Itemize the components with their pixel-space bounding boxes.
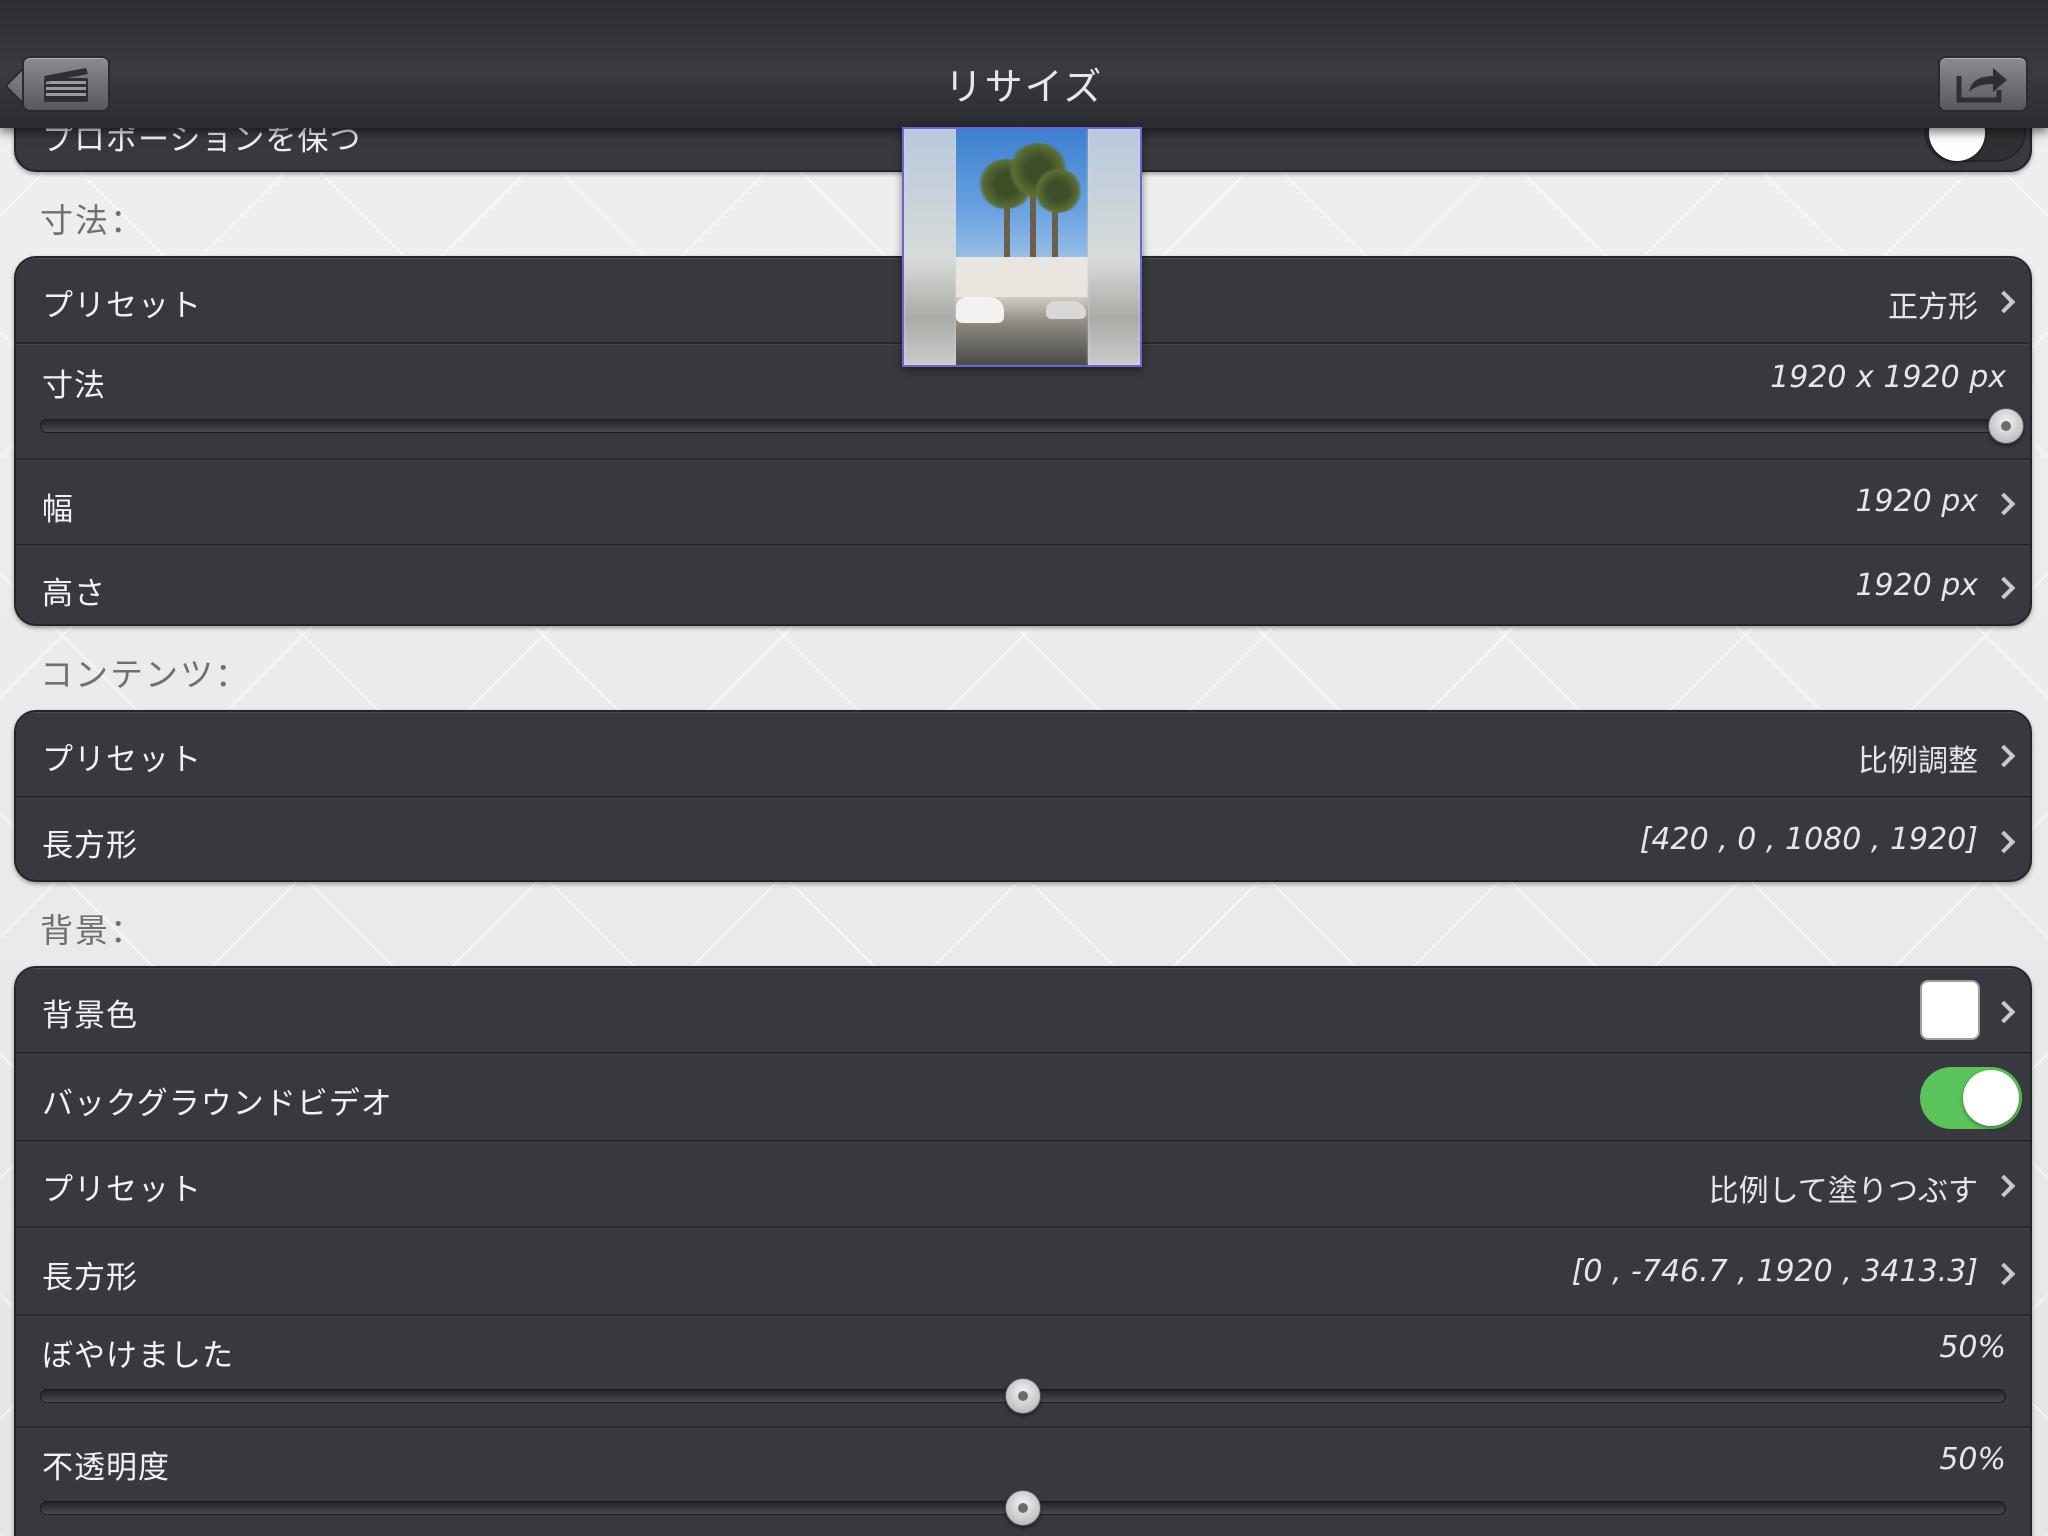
opacity-label: 不透明度 [42, 1450, 170, 1486]
width-label: 幅 [42, 492, 74, 528]
chevron-right-icon [1992, 576, 2016, 600]
background-rect-label: 長方形 [42, 1260, 138, 1296]
background-rect-row[interactable]: 長方形 [0 , -746.7 , 1920 , 3413.3] [16, 1228, 2030, 1316]
background-color-swatch[interactable] [1920, 980, 1980, 1040]
page-title: リサイズ [944, 65, 1104, 109]
opacity-slider-knob[interactable] [1005, 1490, 1041, 1526]
chevron-right-icon [1992, 744, 2016, 768]
background-color-row[interactable]: 背景色 [16, 968, 2030, 1054]
content-heading: コンテンツ： [40, 655, 250, 694]
background-preset-label: プリセット [42, 1172, 202, 1208]
video-preview-thumbnail[interactable] [902, 127, 1142, 367]
preview-blurred-left [904, 129, 956, 365]
navigation-bar: リサイズ [0, 0, 2048, 128]
content-preset-value: 比例調整 [1858, 744, 1978, 779]
content-rect-label: 長方形 [42, 828, 138, 864]
blur-value: 50% [1939, 1330, 2006, 1365]
preview-frame [956, 129, 1088, 365]
chevron-right-icon [1992, 1000, 2016, 1024]
opacity-value: 50% [1939, 1442, 2006, 1477]
dimensions-preset-label: プリセット [42, 288, 202, 324]
background-video-row: バックグラウンドビデオ [16, 1054, 2030, 1142]
toggle-thumb [1963, 1070, 2019, 1126]
chevron-right-icon [1992, 830, 2016, 854]
background-heading: 背景： [40, 911, 145, 950]
dimensions-size-label: 寸法 [42, 368, 106, 404]
content-preset-row[interactable]: プリセット 比例調整 [16, 712, 2030, 798]
content-card: プリセット 比例調整 長方形 [420 , 0 , 1080 , 1920] [14, 710, 2032, 882]
background-rect-value: [0 , -746.7 , 1920 , 3413.3] [1571, 1254, 1978, 1289]
background-video-label: バックグラウンドビデオ [42, 1086, 393, 1122]
dimensions-size-value: 1920 x 1920 px [1770, 360, 2006, 395]
height-value: 1920 px [1855, 568, 1978, 603]
opacity-row: 不透明度 50% [16, 1428, 2030, 1536]
chevron-right-icon [1992, 290, 2016, 314]
height-row[interactable]: 高さ 1920 px [16, 546, 2030, 624]
background-preset-value: 比例して塗りつぶす [1708, 1174, 1978, 1209]
blur-slider-knob[interactable] [1005, 1378, 1041, 1414]
chevron-right-icon [1992, 1174, 2016, 1198]
chevron-right-icon [1992, 492, 2016, 516]
background-color-label: 背景色 [42, 998, 138, 1034]
background-preset-row[interactable]: プリセット 比例して塗りつぶす [16, 1142, 2030, 1228]
dimensions-size-slider-knob[interactable] [1988, 408, 2024, 444]
background-card: 背景色 バックグラウンドビデオ プリセット 比例して塗りつぶす 長方形 [0 ,… [14, 966, 2032, 1536]
dimensions-heading: 寸法： [40, 201, 145, 240]
content-preset-label: プリセット [42, 742, 202, 778]
content-rect-row[interactable]: 長方形 [420 , 0 , 1080 , 1920] [16, 798, 2030, 880]
width-value: 1920 px [1855, 484, 1978, 519]
blur-label: ぼやけました [42, 1338, 234, 1374]
preview-blurred-right [1088, 129, 1140, 365]
content-rect-value: [420 , 0 , 1080 , 1920] [1639, 822, 1978, 857]
height-label: 高さ [42, 576, 106, 612]
share-button[interactable] [1938, 56, 2028, 112]
width-row[interactable]: 幅 1920 px [16, 460, 2030, 546]
chevron-right-icon [1992, 1262, 2016, 1286]
dimensions-preset-value: 正方形 [1888, 290, 1978, 325]
background-video-toggle[interactable] [1920, 1067, 2022, 1129]
dimensions-size-slider-track[interactable] [40, 419, 2006, 433]
share-icon [1956, 68, 2007, 103]
blur-row: ぼやけました 50% [16, 1316, 2030, 1428]
